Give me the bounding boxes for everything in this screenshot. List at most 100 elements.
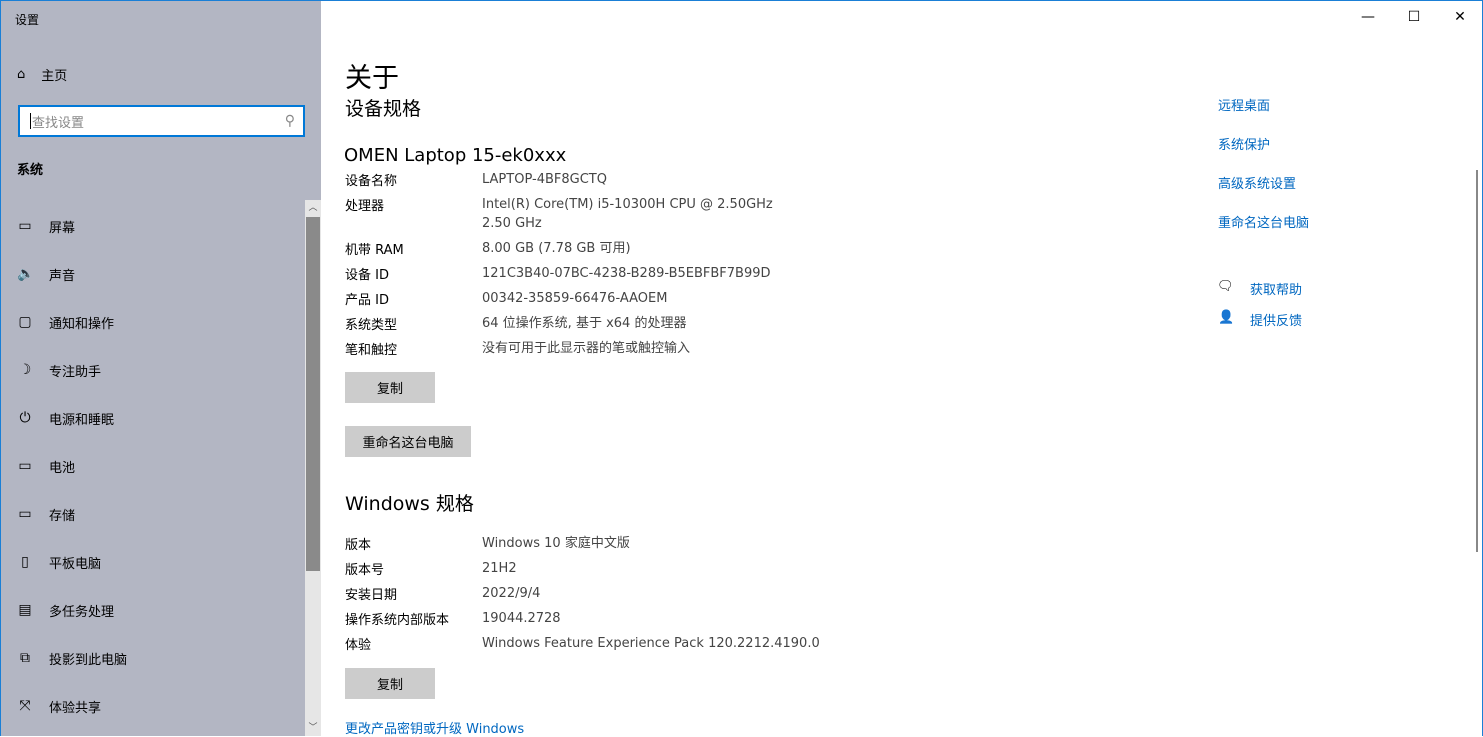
main-scrollbar[interactable] — [1476, 170, 1478, 552]
spec-row: 系统类型 64 位操作系统, 基于 x64 的处理器 — [345, 314, 802, 333]
advanced-system-settings-link[interactable]: 高级系统设置 — [1218, 173, 1296, 192]
spec-row: 版本号 21H2 — [345, 559, 882, 578]
section-heading: 系统 — [17, 163, 44, 178]
search-placeholder: 查找设置 — [32, 115, 85, 131]
sidebar-item[interactable]: ▭ 屏幕 — [1, 202, 305, 250]
spec-label: 操作系统内部版本 — [345, 613, 450, 628]
sidebar-item[interactable]: ⧉ 投影到此电脑 — [1, 634, 305, 682]
sidebar-nav: ▭ 屏幕 🔈 声音 ▢ 通知和操作 ☽ 专注助手 ⏻ 电源和睡眠 ▭ 电池 ▭ 存储 ▯ 平板电脑 ▤ 多任务处理… — [1, 202, 305, 730]
sidebar-item[interactable]: ☽ 专注助手 — [1, 346, 305, 394]
sidebar-item[interactable]: ▤ 多任务处理 — [1, 586, 305, 634]
spec-value: 2022/9/4 — [482, 586, 541, 601]
sidebar-item-label: 体验共享 — [49, 700, 102, 716]
change-product-key-link[interactable]: 更改产品密钥或升级 Windows — [345, 718, 524, 737]
spec-value: LAPTOP-4BF8GCTQ — [482, 172, 607, 187]
spec-label: 设备 ID — [345, 268, 389, 283]
scroll-down-icon[interactable]: ﹀ — [305, 720, 321, 736]
multitask-icon: ▤ — [18, 602, 32, 618]
spec-label: 体验 — [345, 638, 372, 653]
scrollbar-thumb[interactable] — [306, 217, 320, 571]
text-caret — [30, 113, 31, 129]
sidebar-item-label: 平板电脑 — [49, 556, 102, 572]
spec-label: 安装日期 — [345, 588, 398, 603]
remote-desktop-link[interactable]: 远程桌面 — [1218, 95, 1270, 114]
spec-row: 设备 ID 121C3B40-07BC-4238-B289-B5EBFBF7B99… — [345, 264, 802, 283]
spec-row: 产品 ID 00342-35859-66476-AAOEM — [345, 289, 802, 308]
app-title: 设置 — [15, 13, 40, 27]
spec-value: 19044.2728 — [482, 611, 561, 626]
tablet-icon: ▯ — [21, 554, 29, 570]
spec-row: 设备名称 LAPTOP-4BF8GCTQ — [345, 170, 802, 189]
get-help-link[interactable]: 获取帮助 — [1250, 279, 1302, 298]
spec-row: 处理器 Intel(R) Core(TM) i5-10300H CPU @ 2.5… — [345, 195, 802, 233]
rename-pc-button[interactable]: 重命名这台电脑 — [345, 426, 471, 457]
sidebar-item-label: 存储 — [49, 508, 76, 524]
spec-row: 笔和触控 没有可用于此显示器的笔或触控输入 — [345, 339, 802, 358]
feedback-icon: 👤 — [1218, 310, 1235, 325]
sidebar-item-label: 声音 — [49, 268, 76, 284]
sidebar-home[interactable]: ⌂ 主页 — [17, 65, 67, 84]
spec-label: 版本 — [345, 538, 372, 553]
spec-row: 机带 RAM 8.00 GB (7.78 GB 可用) — [345, 239, 802, 258]
spec-value: 64 位操作系统, 基于 x64 的处理器 — [482, 316, 687, 331]
spec-label: 版本号 — [345, 563, 385, 578]
sidebar: 设置 ⌂ 主页 查找设置 ⚲ 系统 ▭ 屏幕 🔈 声音 ▢ 通知和操作 ☽ 专注助手 ⏻ 电源和睡眠 ▭… — [1, 1, 321, 736]
sidebar-item-label: 投影到此电脑 — [49, 652, 128, 668]
minimize-button[interactable]: — — [1345, 0, 1391, 34]
spec-value: 没有可用于此显示器的笔或触控输入 — [482, 341, 691, 356]
spec-value: Windows Feature Experience Pack 120.2212… — [482, 636, 820, 651]
search-icon[interactable]: ⚲ — [285, 113, 295, 129]
home-icon: ⌂ — [17, 67, 26, 82]
sidebar-item[interactable]: ▭ 电池 — [1, 442, 305, 490]
window-controls: — ☐ ✕ — [1345, 0, 1483, 34]
spec-value: Intel(R) Core(TM) i5-10300H CPU @ 2.50GH… — [482, 197, 773, 231]
sidebar-item[interactable]: ⤧ 体验共享 — [1, 682, 305, 730]
spec-value: 21H2 — [482, 561, 517, 576]
windows-specs-heading: Windows 规格 — [345, 493, 474, 515]
spec-value: 00342-35859-66476-AAOEM — [482, 291, 668, 306]
battery-icon: ▭ — [18, 458, 32, 474]
give-feedback-link[interactable]: 提供反馈 — [1250, 310, 1302, 329]
device-specs-heading: 设备规格 — [345, 98, 422, 120]
spec-row: 安装日期 2022/9/4 — [345, 584, 882, 603]
notification-icon: ▢ — [18, 314, 32, 330]
sidebar-scrollbar[interactable]: ︿ ﹀ — [305, 200, 321, 736]
sidebar-item[interactable]: ▭ 存储 — [1, 490, 305, 538]
system-protection-link[interactable]: 系统保护 — [1218, 134, 1270, 153]
sidebar-item-label: 屏幕 — [49, 220, 76, 236]
scroll-up-icon[interactable]: ︿ — [305, 200, 321, 216]
copy-windows-specs-button[interactable]: 复制 — [345, 668, 435, 699]
power-icon: ⏻ — [19, 410, 31, 426]
sidebar-item[interactable]: ▢ 通知和操作 — [1, 298, 305, 346]
rename-pc-link[interactable]: 重命名这台电脑 — [1218, 212, 1309, 231]
close-button[interactable]: ✕ — [1437, 0, 1483, 34]
sidebar-item[interactable]: ⏻ 电源和睡眠 — [1, 394, 305, 442]
help-icon: 🗨 — [1217, 279, 1234, 294]
device-model: OMEN Laptop 15-ek0xxx — [344, 145, 567, 166]
spec-value: Windows 10 家庭中文版 — [482, 536, 630, 551]
sidebar-item-label: 专注助手 — [49, 364, 102, 380]
spec-value: 121C3B40-07BC-4238-B289-B5EBFBF7B99D — [482, 266, 771, 281]
spec-value: 8.00 GB (7.78 GB 可用) — [482, 241, 631, 256]
monitor-icon: ▭ — [18, 218, 32, 234]
spec-label: 机带 RAM — [345, 243, 404, 258]
sidebar-item[interactable]: ▯ 平板电脑 — [1, 538, 305, 586]
spec-label: 处理器 — [345, 199, 385, 214]
sidebar-item-label: 电源和睡眠 — [49, 412, 115, 428]
storage-icon: ▭ — [18, 506, 32, 522]
share-icon: ⤧ — [19, 698, 31, 714]
speaker-icon: 🔈 — [17, 266, 35, 282]
spec-label: 产品 ID — [345, 293, 389, 308]
search-input[interactable]: 查找设置 ⚲ — [18, 105, 305, 137]
spec-label: 系统类型 — [345, 318, 398, 333]
sidebar-item-label: 通知和操作 — [49, 316, 115, 332]
sidebar-item-label: 多任务处理 — [49, 604, 115, 620]
home-label: 主页 — [41, 69, 68, 84]
page-title: 关于 — [345, 63, 399, 94]
spec-row: 体验 Windows Feature Experience Pack 120.22… — [345, 634, 882, 653]
moon-icon: ☽ — [18, 362, 32, 378]
sidebar-item[interactable]: 🔈 声音 — [1, 250, 305, 298]
spec-label: 笔和触控 — [345, 343, 398, 358]
copy-device-specs-button[interactable]: 复制 — [345, 372, 435, 403]
maximize-button[interactable]: ☐ — [1391, 0, 1437, 34]
